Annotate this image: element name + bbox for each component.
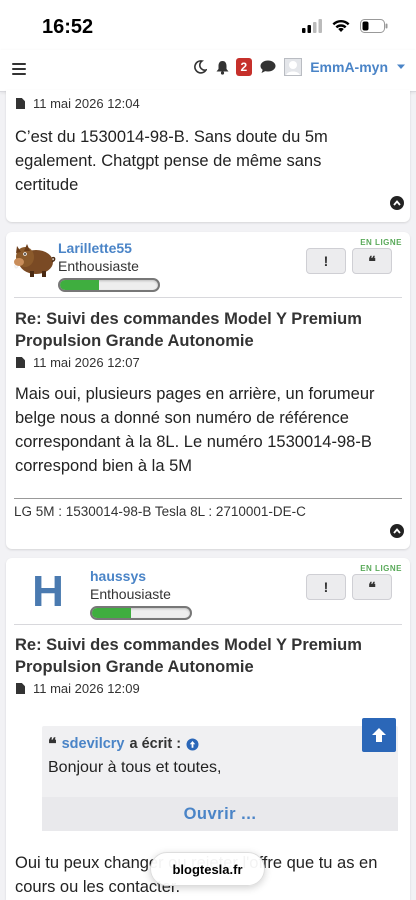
- post-title[interactable]: Re: Suivi des commandes Model Y Premium …: [15, 634, 405, 678]
- wifi-icon: [332, 19, 350, 32]
- post-author-block: Larillette55 Enthousiaste: [58, 240, 160, 292]
- forum-navbar: 2 EmmA-myn: [0, 50, 416, 92]
- navbar-actions: 2 EmmA-myn: [193, 58, 406, 76]
- quote-author[interactable]: sdevilcry: [62, 736, 125, 752]
- quote-block: ❝ sdevilcry a écrit : Bonjour à tous et …: [42, 726, 398, 831]
- chat-icon[interactable]: [260, 60, 276, 74]
- rank-progress-bar: [90, 606, 192, 620]
- report-button[interactable]: !: [306, 574, 346, 600]
- post-card: H haussys Enthousiaste EN LIGNE ! ❝ Re: …: [6, 558, 410, 900]
- scroll-to-top-button[interactable]: [362, 718, 396, 752]
- post-date: 11 mai 2026 12:04: [16, 96, 140, 111]
- online-status-badge: EN LIGNE: [360, 564, 402, 573]
- document-icon: [16, 357, 25, 368]
- post-card: 11 mai 2026 12:04 C’est du 1530014-98-B.…: [6, 90, 410, 222]
- back-to-top-icon[interactable]: [390, 196, 404, 210]
- post-date: 11 mai 2026 12:09: [16, 681, 140, 696]
- battery-icon: [360, 19, 388, 33]
- status-icons: [302, 19, 388, 33]
- rank-progress-bar: [58, 278, 160, 292]
- post-card: Larillette55 Enthousiaste EN LIGNE ! ❝ R…: [6, 232, 410, 549]
- menu-icon[interactable]: [12, 63, 26, 75]
- author-rank: Enthousiaste: [90, 586, 171, 602]
- arrow-up-icon: [372, 728, 386, 742]
- browser-url-bar[interactable]: blogtesla.fr: [150, 852, 265, 886]
- quote-button[interactable]: ❝: [352, 248, 392, 274]
- post-author-block: haussys Enthousiaste: [90, 568, 192, 620]
- user-avatar[interactable]: [284, 58, 303, 76]
- notification-badge[interactable]: 2: [235, 58, 253, 76]
- bell-icon[interactable]: [215, 60, 230, 75]
- report-button[interactable]: !: [306, 248, 346, 274]
- username-link[interactable]: EmmA-myn: [310, 59, 388, 75]
- post-title[interactable]: Re: Suivi des commandes Model Y Premium …: [15, 308, 405, 352]
- avatar[interactable]: [12, 238, 56, 278]
- post-signature: LG 5M : 1530014-98-B Tesla 8L : 2710001-…: [14, 504, 306, 519]
- svg-text:H: H: [32, 568, 64, 612]
- document-icon: [16, 683, 25, 694]
- back-to-top-icon[interactable]: [390, 524, 404, 538]
- chevron-down-icon[interactable]: [396, 63, 406, 71]
- quote-mark-icon: ❝: [48, 736, 57, 753]
- quote-wrote: a écrit :: [129, 736, 182, 752]
- quote-header: ❝ sdevilcry a écrit :: [48, 734, 199, 754]
- signature-divider: [14, 498, 402, 499]
- author-name[interactable]: haussys: [90, 568, 192, 584]
- quote-text: Bonjour à tous et toutes,: [48, 759, 222, 776]
- online-status-badge: EN LIGNE: [360, 238, 402, 247]
- status-time: 16:52: [42, 16, 94, 38]
- author-rank: Enthousiaste: [58, 258, 139, 274]
- author-name[interactable]: Larillette55: [58, 240, 160, 256]
- divider: [14, 297, 402, 298]
- ios-status-bar: 16:52: [0, 0, 416, 50]
- arrow-up-circle-icon[interactable]: [186, 738, 199, 751]
- post-date: 11 mai 2026 12:07: [16, 355, 140, 370]
- document-icon: [16, 98, 25, 109]
- avatar[interactable]: H: [26, 568, 70, 612]
- post-body: Mais oui, plusieurs pages en arrière, un…: [15, 385, 375, 475]
- divider: [14, 624, 402, 625]
- quote-button[interactable]: ❝: [352, 574, 392, 600]
- signal-icon: [302, 19, 322, 33]
- quote-expand-button[interactable]: Ouvrir ...: [42, 797, 398, 831]
- moon-icon[interactable]: [193, 60, 207, 74]
- post-body: C’est du 1530014-98-B. Sans doute du 5m …: [15, 128, 328, 194]
